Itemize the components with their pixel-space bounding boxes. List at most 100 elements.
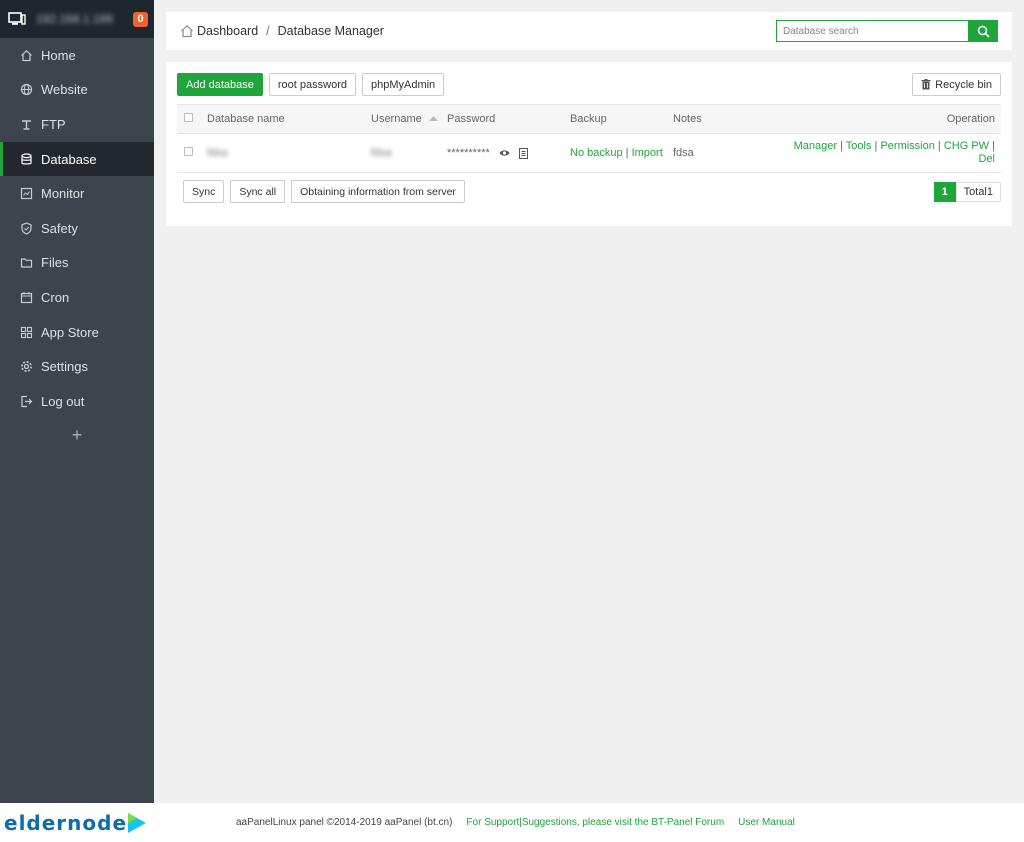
eldernode-logo: eldernode xyxy=(0,803,154,842)
recycle-bin-label: Recycle bin xyxy=(935,78,992,91)
column-username-label: Username xyxy=(371,113,422,125)
import-link[interactable]: Import xyxy=(632,147,663,159)
tools-link[interactable]: Tools xyxy=(846,140,872,152)
recycle-bin-button[interactable]: Recycle bin xyxy=(912,73,1001,96)
change-password-link[interactable]: CHG PW xyxy=(944,140,989,152)
search-button[interactable] xyxy=(968,20,998,42)
home-icon[interactable] xyxy=(180,24,194,38)
op-separator: | xyxy=(874,140,878,152)
column-backup: Backup xyxy=(570,104,673,134)
eye-icon[interactable] xyxy=(499,149,510,157)
search-input[interactable] xyxy=(776,20,968,42)
add-database-button[interactable]: Add database xyxy=(177,73,263,96)
obtain-from-server-button[interactable]: Obtaining information from server xyxy=(291,180,465,203)
table-row: fdsa fdsa ********** No backup | Import … xyxy=(177,133,1001,173)
page-total: Total1 xyxy=(955,181,1001,202)
server-ip: 192.168.1.199 xyxy=(36,12,113,26)
sidebar-item-database[interactable]: Database xyxy=(0,141,154,177)
no-backup-link[interactable]: No backup xyxy=(570,147,623,159)
sidebar-item-label: Log out xyxy=(41,393,85,409)
database-search xyxy=(776,20,998,42)
database-username: fdsa xyxy=(371,147,392,159)
sidebar-item-label: FTP xyxy=(41,116,66,132)
root-password-button[interactable]: root password xyxy=(268,73,356,96)
sidebar-item-home[interactable]: Home xyxy=(0,38,154,73)
breadcrumb: Dashboard / Database Manager xyxy=(180,24,384,38)
row-checkbox[interactable] xyxy=(184,147,193,156)
sidebar-item-label: App Store xyxy=(41,324,99,340)
logo-text: eldernode xyxy=(4,810,128,835)
sidebar-item-label: Files xyxy=(41,255,69,271)
database-panel: Add database root password phpMyAdmin Re… xyxy=(166,62,1012,226)
sidebar-item-label: Safety xyxy=(41,220,78,236)
toolbar: Add database root password phpMyAdmin Re… xyxy=(177,73,1001,96)
sync-button[interactable]: Sync xyxy=(183,180,225,203)
sidebar-item-label: Monitor xyxy=(41,186,85,202)
password-mask: ********** xyxy=(447,147,490,159)
trash-icon xyxy=(921,79,931,90)
grid-icon xyxy=(20,326,33,339)
ftp-icon xyxy=(20,118,33,131)
table-header-row: Database name Username Password Backup N… xyxy=(177,104,1001,134)
sidebar-item-label: Website xyxy=(41,82,88,98)
operation-links: Manager | Tools | Permission | CHG PW | … xyxy=(783,133,1001,173)
op-separator: | xyxy=(840,140,843,152)
column-password: Password xyxy=(447,104,570,134)
delete-link[interactable]: Del xyxy=(978,153,995,165)
phpmyadmin-button[interactable]: phpMyAdmin xyxy=(361,73,445,96)
globe-icon xyxy=(20,83,33,96)
shield-icon xyxy=(20,222,33,235)
search-icon xyxy=(977,25,990,38)
sidebar-header: 192.168.1.199 0 xyxy=(0,0,154,38)
top-bar: Dashboard / Database Manager xyxy=(166,12,1012,50)
sidebar-item-logout[interactable]: Log out xyxy=(0,384,154,419)
logout-icon xyxy=(20,395,33,408)
permission-link[interactable]: Permission xyxy=(880,140,934,152)
sidebar-item-label: Settings xyxy=(41,359,88,375)
gear-icon xyxy=(20,360,33,373)
page-current[interactable]: 1 xyxy=(933,181,956,202)
footer: aaPanelLinux panel ©2014-2019 aaPanel (b… xyxy=(154,803,1024,842)
breadcrumb-dashboard[interactable]: Dashboard xyxy=(197,24,258,38)
database-notes[interactable]: fdsa xyxy=(673,147,694,159)
breadcrumb-current: Database Manager xyxy=(277,24,384,38)
database-name[interactable]: fdsa xyxy=(207,147,228,159)
calendar-icon xyxy=(20,291,33,304)
database-table: Database name Username Password Backup N… xyxy=(177,104,1001,173)
column-database-name[interactable]: Database name xyxy=(207,104,371,134)
logo-play-icon xyxy=(128,812,147,833)
database-icon xyxy=(20,152,33,166)
select-all-checkbox[interactable] xyxy=(184,113,193,122)
sidebar-item-monitor[interactable]: Monitor xyxy=(0,176,154,211)
sidebar-item-safety[interactable]: Safety xyxy=(0,211,154,246)
copy-icon[interactable] xyxy=(518,147,528,159)
sidebar-item-settings[interactable]: Settings xyxy=(0,349,154,384)
home-icon xyxy=(20,49,33,62)
column-username[interactable]: Username xyxy=(371,104,447,134)
copyright-text: aaPanelLinux panel ©2014-2019 aaPanel (b… xyxy=(236,817,453,828)
column-notes: Notes xyxy=(673,104,783,134)
notification-badge[interactable]: 0 xyxy=(133,11,148,27)
sort-up-icon xyxy=(428,116,438,122)
sidebar-item-app-store[interactable]: App Store xyxy=(0,315,154,350)
sidebar: 192.168.1.199 0 Home Website FTP Databas… xyxy=(0,0,154,842)
sidebar-item-files[interactable]: Files xyxy=(0,246,154,281)
sidebar-item-label: Cron xyxy=(41,289,70,305)
column-operation: Operation xyxy=(783,104,1001,134)
sidebar-item-ftp[interactable]: FTP xyxy=(0,107,154,142)
op-separator: | xyxy=(992,140,995,152)
monitor-icon xyxy=(8,12,26,25)
manager-link[interactable]: Manager xyxy=(794,140,837,152)
user-manual-link[interactable]: User Manual xyxy=(738,817,795,828)
sync-all-button[interactable]: Sync all xyxy=(230,180,286,203)
sidebar-menu: Home Website FTP Database Monitor Safety… xyxy=(0,38,154,419)
add-menu-button[interactable]: + xyxy=(0,419,154,453)
monitor-icon xyxy=(20,187,33,200)
table-actions: Sync Sync all Obtaining information from… xyxy=(177,180,1001,203)
sidebar-item-label: Database xyxy=(41,151,97,167)
backup-separator: | xyxy=(625,147,629,159)
support-forum-link[interactable]: For Support|Suggestions, please visit th… xyxy=(466,817,724,828)
sidebar-item-website[interactable]: Website xyxy=(0,73,154,108)
breadcrumb-separator: / xyxy=(266,24,270,38)
sidebar-item-cron[interactable]: Cron xyxy=(0,280,154,315)
